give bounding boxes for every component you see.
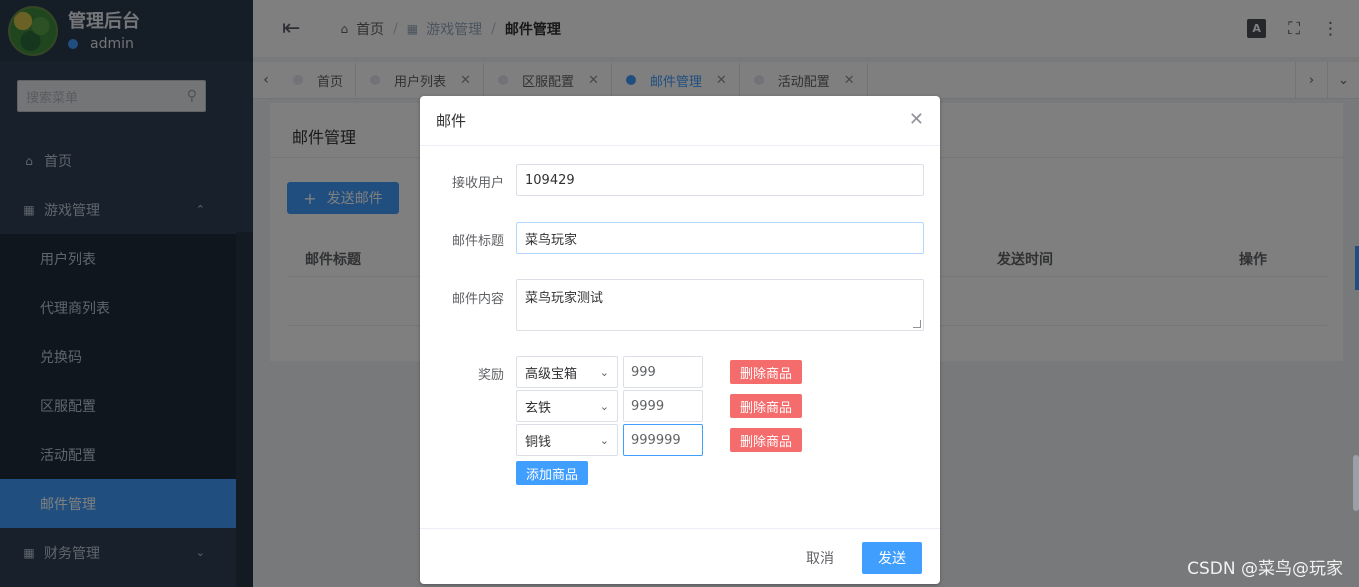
subject-label: 邮件标题 [451, 234, 504, 249]
cancel-button[interactable]: 取消 [794, 542, 846, 574]
content-textarea[interactable]: 菜鸟玩家测试 [516, 279, 924, 331]
dialog-header: 邮件 ✕ [420, 96, 940, 146]
reward-item-select[interactable]: 铜钱 ⌄ [516, 424, 618, 456]
resize-handle-icon[interactable] [913, 320, 921, 328]
send-button[interactable]: 发送 [862, 542, 922, 574]
scrollbar-thumb[interactable] [1353, 455, 1359, 511]
reward-quantity-input[interactable]: 999999 [623, 424, 703, 456]
close-icon[interactable]: ✕ [909, 109, 924, 130]
dialog-title: 邮件 [436, 112, 467, 130]
dialog-footer: 取消 发送 [420, 528, 940, 584]
recipient-label: 接收用户 [451, 176, 504, 191]
content-label: 邮件内容 [451, 292, 504, 307]
reward-item-select[interactable]: 玄铁 ⌄ [516, 390, 618, 422]
chevron-down-icon: ⌄ [599, 433, 609, 447]
mail-dialog: 邮件 ✕ 接收用户 109429 邮件标题 菜鸟玩家 邮件内容 菜鸟玩家测试 奖… [420, 96, 940, 584]
delete-item-button[interactable]: 删除商品 [730, 394, 802, 418]
delete-item-button[interactable]: 删除商品 [730, 428, 802, 452]
reward-quantity-input[interactable]: 9999 [623, 390, 703, 422]
content-text: 菜鸟玩家测试 [525, 291, 604, 306]
watermark: CSDN @菜鸟@玩家 [1187, 559, 1343, 579]
delete-item-button[interactable]: 删除商品 [730, 360, 802, 384]
reward-quantity-input[interactable]: 999 [623, 356, 703, 388]
subject-input[interactable]: 菜鸟玩家 [516, 222, 924, 254]
chevron-down-icon: ⌄ [599, 365, 609, 379]
add-item-button[interactable]: 添加商品 [516, 461, 588, 485]
chevron-down-icon: ⌄ [599, 399, 609, 413]
recipient-input[interactable]: 109429 [516, 164, 924, 196]
reward-label: 奖励 [477, 368, 504, 383]
reward-item-select[interactable]: 高级宝箱 ⌄ [516, 356, 618, 388]
